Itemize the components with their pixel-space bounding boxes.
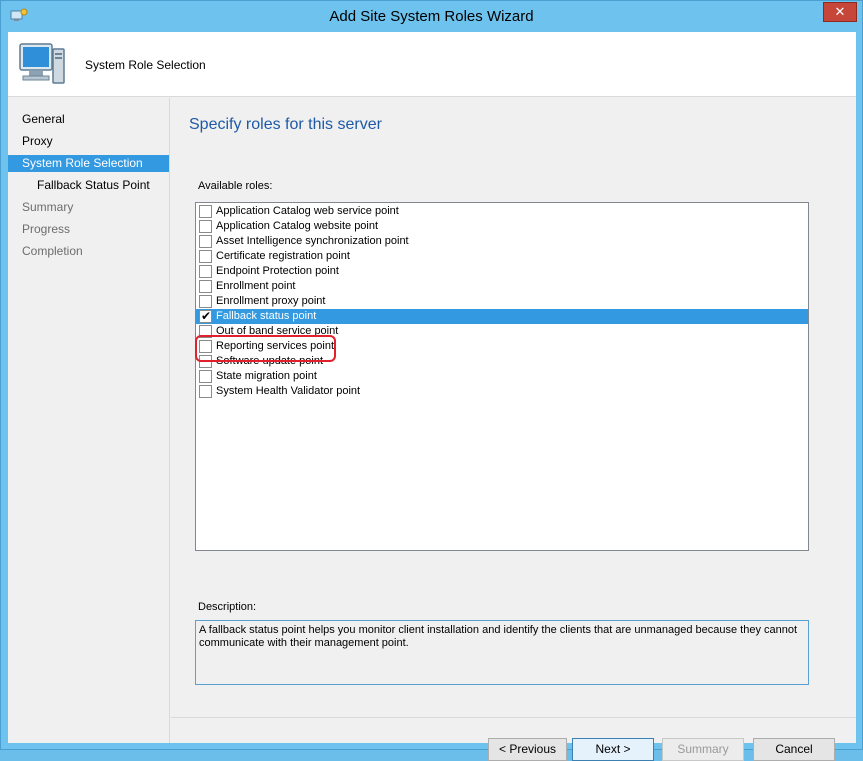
- step-general[interactable]: General: [8, 111, 169, 128]
- role-list-item[interactable]: ✔ Fallback status point: [196, 309, 808, 324]
- role-checkbox[interactable]: [199, 295, 212, 308]
- wizard-client: System Role Selection General Proxy Syst…: [8, 32, 856, 761]
- role-list-item[interactable]: Software update point: [196, 354, 808, 369]
- available-roles-list[interactable]: Application Catalog web service point App…: [195, 202, 809, 551]
- page-heading: Specify roles for this server: [189, 116, 382, 133]
- role-label: Enrollment proxy point: [216, 295, 326, 307]
- wizard-content: Specify roles for this server Available …: [171, 98, 856, 761]
- role-checkbox[interactable]: [199, 235, 212, 248]
- role-list-item[interactable]: Endpoint Protection point: [196, 264, 808, 279]
- role-checkbox[interactable]: ✔: [199, 309, 212, 323]
- role-list-item[interactable]: Enrollment point: [196, 279, 808, 294]
- available-roles-label: Available roles:: [198, 180, 273, 192]
- role-label: Endpoint Protection point: [216, 265, 339, 277]
- step-summary: Summary: [22, 200, 74, 214]
- wizard-window: Add Site System Roles Wizard ✕ System Ro…: [0, 0, 863, 761]
- role-checkbox[interactable]: [199, 205, 212, 218]
- role-label: State migration point: [216, 370, 317, 382]
- role-list-item[interactable]: Certificate registration point: [196, 249, 808, 264]
- role-checkbox[interactable]: [199, 220, 212, 233]
- role-label: Asset Intelligence synchronization point: [216, 235, 409, 247]
- close-button[interactable]: ✕: [823, 2, 857, 22]
- role-list-item[interactable]: State migration point: [196, 369, 808, 384]
- step-fallback-status-point[interactable]: Fallback Status Point: [8, 177, 169, 194]
- step-proxy[interactable]: Proxy: [8, 133, 169, 150]
- checkmark-icon: ✔: [201, 309, 212, 323]
- role-list-item[interactable]: Asset Intelligence synchronization point: [196, 234, 808, 249]
- role-checkbox[interactable]: [199, 250, 212, 263]
- role-label: Out of band service point: [216, 325, 339, 337]
- button-separator: [171, 717, 856, 718]
- role-list-item[interactable]: Application Catalog website point: [196, 219, 808, 234]
- step-system-role-selection[interactable]: System Role Selection: [8, 155, 169, 172]
- step-completion: Completion: [22, 244, 83, 258]
- banner-title: System Role Selection: [85, 58, 206, 72]
- description-text: A fallback status point helps you monito…: [195, 620, 809, 685]
- role-list-item[interactable]: System Health Validator point: [196, 384, 808, 399]
- title-bar[interactable]: Add Site System Roles Wizard ✕: [1, 1, 862, 32]
- role-checkbox[interactable]: [199, 385, 212, 398]
- role-label: Fallback status point: [216, 310, 317, 322]
- role-checkbox[interactable]: [199, 340, 212, 353]
- role-label: Application Catalog website point: [216, 220, 379, 232]
- wizard-step-list: General Proxy System Role Selection Fall…: [8, 98, 170, 743]
- role-list-item[interactable]: Out of band service point: [196, 324, 808, 339]
- role-label: Software update point: [216, 355, 324, 367]
- role-list-item[interactable]: Reporting services point: [196, 339, 808, 354]
- role-label: Certificate registration point: [216, 250, 350, 262]
- role-checkbox[interactable]: [199, 355, 212, 368]
- step-progress: Progress: [22, 222, 71, 236]
- window-title: Add Site System Roles Wizard: [329, 8, 534, 25]
- computer-monitor-icon: [19, 43, 65, 84]
- role-label: System Health Validator point: [216, 385, 361, 397]
- role-checkbox[interactable]: [199, 280, 212, 293]
- description-label: Description:: [198, 601, 257, 613]
- role-label: Application Catalog web service point: [216, 205, 399, 217]
- role-label: Enrollment point: [216, 280, 296, 292]
- role-checkbox[interactable]: [199, 325, 212, 338]
- role-label: Reporting services point: [216, 340, 335, 352]
- role-list-item[interactable]: Application Catalog web service point: [196, 204, 808, 219]
- wizard-banner: System Role Selection: [8, 32, 856, 97]
- role-list-item[interactable]: Enrollment proxy point: [196, 294, 808, 309]
- role-checkbox[interactable]: [199, 265, 212, 278]
- role-checkbox[interactable]: [199, 370, 212, 383]
